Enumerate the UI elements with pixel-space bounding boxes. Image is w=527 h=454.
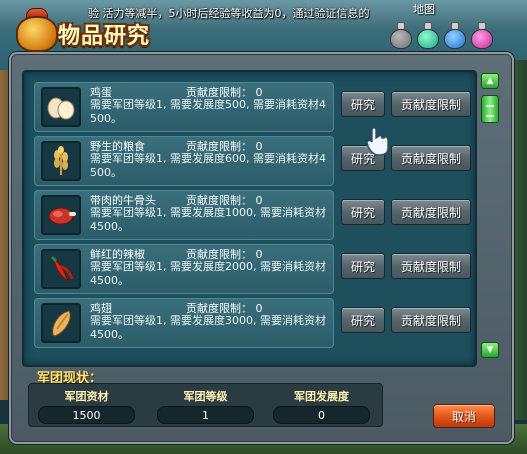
map-label[interactable]: 地图 [413, 1, 435, 17]
item-requirements: 需要军团等级1, 需要发展度600, 需要消耗资材4500。 [90, 152, 326, 179]
window-title: 物品研究 [58, 24, 151, 49]
item-requirements: 需要军团等级1, 需要发展度1000, 需要消耗资材4500。 [90, 206, 326, 233]
research-button[interactable]: 研究 [341, 199, 385, 225]
header-development: 军团发展度 [294, 390, 349, 403]
potion-blue-icon[interactable] [443, 22, 467, 50]
hand-cursor-icon [366, 127, 389, 156]
chili-icon [41, 249, 81, 289]
research-button[interactable]: 研究 [341, 307, 385, 333]
grain-icon [41, 141, 81, 181]
legion-status-table: 军团资材 军团等级 军团发展度 1500 1 0 [28, 383, 383, 427]
egg-icon [41, 87, 81, 127]
cancel-button[interactable]: 取消 [433, 404, 495, 428]
contrib-limit-button[interactable]: 贡献度限制 [391, 253, 471, 279]
contrib-limit-button[interactable]: 贡献度限制 [391, 307, 471, 333]
contrib-limit-button[interactable]: 贡献度限制 [391, 145, 471, 171]
research-button[interactable]: 研究 [341, 91, 385, 117]
list-item: 鸡蛋 贡献度限制： 0 需要军团等级1, 需要发展度500, 需要消耗资材450… [34, 82, 471, 136]
meat-icon [41, 195, 81, 235]
value-development: 0 [273, 406, 370, 424]
scroll-thumb[interactable] [481, 95, 499, 123]
potion-pink-icon[interactable] [470, 22, 494, 50]
header-resources: 军团资材 [64, 390, 109, 403]
scroll-up-button[interactable]: ▲ [481, 73, 499, 89]
value-level: 1 [157, 406, 254, 424]
list-item: 带肉的牛骨头 贡献度限制： 0 需要军团等级1, 需要发展度1000, 需要消耗… [34, 190, 471, 244]
potion-green-icon[interactable] [416, 22, 440, 50]
research-item-list[interactable]: 鸡蛋 贡献度限制： 0 需要军团等级1, 需要发展度500, 需要消耗资材450… [22, 70, 477, 367]
list-item: 鲜红的辣椒 贡献度限制： 0 需要军团等级1, 需要发展度2000, 需要消耗资… [34, 244, 471, 298]
list-item: 鸡翅 贡献度限制： 0 需要军团等级1, 需要发展度3000, 需要消耗资材45… [34, 298, 471, 352]
contrib-limit-button[interactable]: 贡献度限制 [391, 91, 471, 117]
header-level: 军团等级 [183, 390, 228, 403]
contrib-limit-button[interactable]: 贡献度限制 [391, 199, 471, 225]
value-resources: 1500 [38, 406, 135, 424]
treasure-bag-icon [14, 2, 62, 54]
item-requirements: 需要军团等级1, 需要发展度3000, 需要消耗资材4500。 [90, 314, 326, 341]
research-button[interactable]: 研究 [341, 253, 385, 279]
chicken-wing-icon [41, 303, 81, 343]
item-requirements: 需要军团等级1, 需要发展度500, 需要消耗资材4500。 [90, 98, 326, 125]
item-requirements: 需要军团等级1, 需要发展度2000, 需要消耗资材4500。 [90, 260, 326, 287]
list-item: 野生的粮食 贡献度限制： 0 需要军团等级1, 需要发展度600, 需要消耗资材… [34, 136, 471, 190]
potion-gray-icon[interactable] [389, 22, 413, 50]
scroll-down-button[interactable]: ▼ [481, 342, 499, 358]
